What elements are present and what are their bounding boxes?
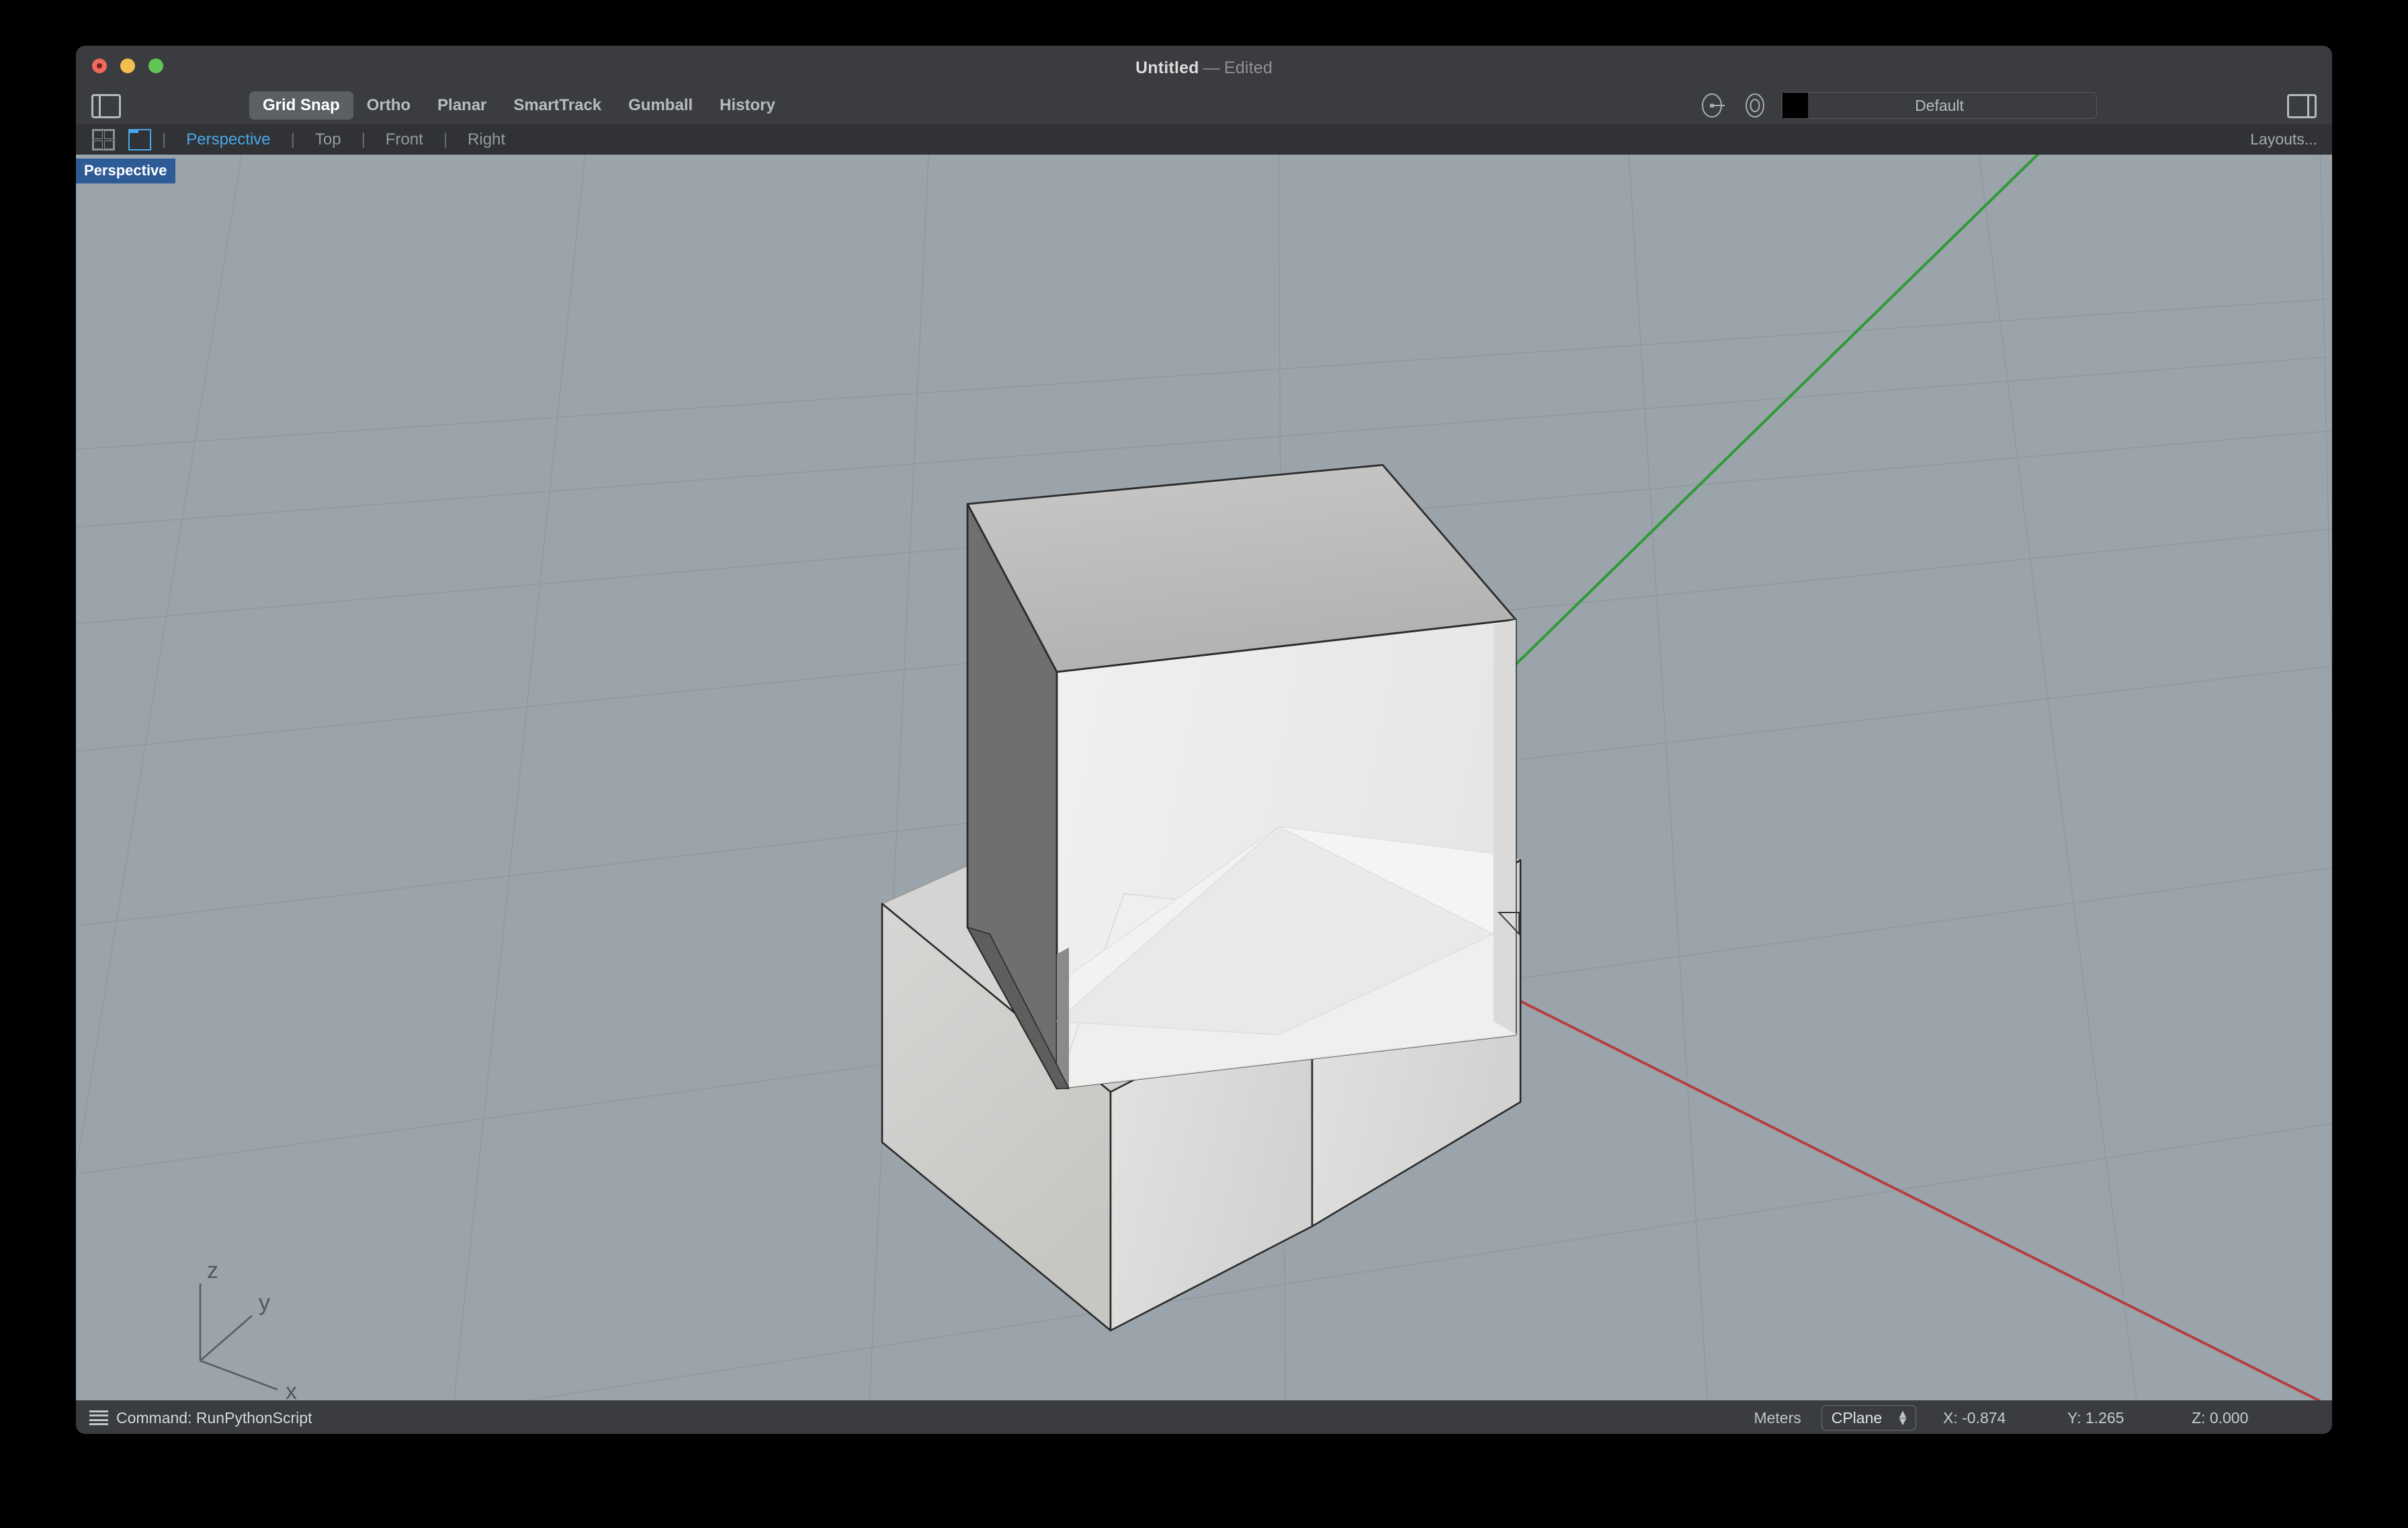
- axis-label-z: z: [207, 1258, 218, 1283]
- tab-front[interactable]: Front: [376, 130, 433, 149]
- axis-label-y: y: [259, 1290, 270, 1316]
- cplane-label: CPlane: [1831, 1408, 1883, 1427]
- tab-separator: |: [361, 130, 366, 148]
- sidebar-left-icon[interactable]: [91, 94, 121, 118]
- coordinate-x[interactable]: X: -0.874: [1943, 1409, 2067, 1427]
- layer-controls: Default: [1698, 86, 2097, 125]
- layer-circle-icon[interactable]: [1739, 90, 1770, 121]
- grid-snap-button[interactable]: Grid Snap: [249, 91, 353, 120]
- single-viewport-layout-icon[interactable]: [128, 128, 151, 151]
- viewport-name-label[interactable]: Perspective: [76, 159, 175, 183]
- axis-label-x: x: [286, 1379, 297, 1400]
- tab-top[interactable]: Top: [306, 130, 351, 149]
- units-label: Meters: [1754, 1408, 1801, 1427]
- coordinate-y[interactable]: Y: 1.265: [2067, 1409, 2192, 1427]
- cplane-dropdown[interactable]: CPlane ▲ ▼: [1821, 1405, 1916, 1431]
- sidebar-right-icon[interactable]: [2287, 94, 2317, 118]
- layer-selector[interactable]: Default: [1781, 92, 2097, 119]
- perspective-viewport[interactable]: z y x Perspective: [76, 155, 2332, 1400]
- planar-button[interactable]: Planar: [424, 91, 500, 120]
- layouts-button[interactable]: Layouts...: [2250, 130, 2317, 148]
- viewport-layout-icons: [92, 128, 151, 151]
- title-separator: —: [1203, 58, 1220, 77]
- layer-state-icon[interactable]: [1698, 90, 1729, 121]
- tab-separator: |: [162, 130, 167, 148]
- history-button[interactable]: History: [706, 91, 789, 120]
- coordinate-z[interactable]: Z: 0.000: [2192, 1409, 2316, 1427]
- hamburger-icon[interactable]: [89, 1410, 108, 1425]
- command-prompt-label[interactable]: Command: RunPythonScript: [116, 1409, 312, 1427]
- main-toolbar: Grid Snap Ortho Planar SmartTrack Gumbal…: [76, 86, 2332, 125]
- status-right-group: Meters CPlane ▲ ▼ X: -0.874 Y: 1.265 Z: 0…: [1754, 1405, 2316, 1431]
- tab-separator: |: [443, 130, 448, 148]
- layer-color-swatch[interactable]: [1782, 93, 1808, 118]
- tab-separator: |: [290, 130, 295, 148]
- document-state: Edited: [1223, 58, 1273, 77]
- window-title: Untitled — Edited: [76, 58, 2332, 78]
- upper-open-box: [966, 464, 1517, 1090]
- tab-perspective[interactable]: Perspective: [177, 130, 280, 149]
- modeling-aids-group: Grid Snap Ortho Planar SmartTrack Gumbal…: [249, 86, 789, 125]
- application-window: Untitled — Edited Grid Snap Ortho Planar S…: [76, 46, 2332, 1434]
- tab-right[interactable]: Right: [458, 130, 515, 149]
- document-name: Untitled: [1135, 58, 1199, 77]
- four-viewport-layout-icon[interactable]: [92, 128, 115, 151]
- gumball-button[interactable]: Gumball: [615, 91, 706, 120]
- updown-chevron-icon: ▲ ▼: [1897, 1406, 1909, 1428]
- axis-gizmo-labels: z y x: [207, 1258, 297, 1400]
- ortho-button[interactable]: Ortho: [353, 91, 424, 120]
- viewport-tab-bar: | Perspective | Top | Front | Right Layo…: [76, 125, 2332, 155]
- viewport-3d-scene: z y x: [76, 155, 2332, 1400]
- layer-name-label: Default: [1915, 96, 1964, 114]
- status-bar: Command: RunPythonScript Meters CPlane ▲…: [76, 1400, 2332, 1434]
- title-bar: Untitled — Edited: [76, 46, 2332, 86]
- smarttrack-button[interactable]: SmartTrack: [500, 91, 615, 120]
